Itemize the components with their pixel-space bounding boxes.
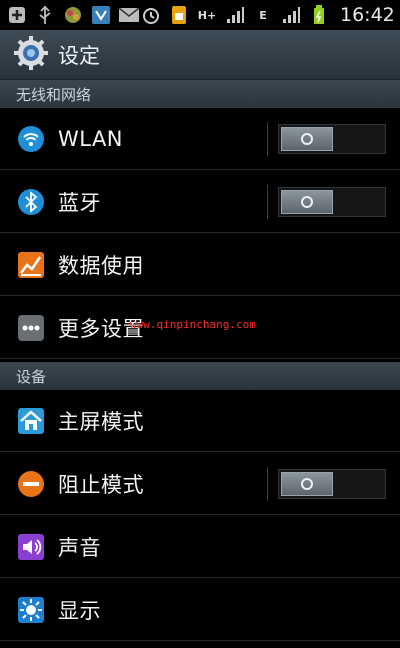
settings-item-label: 显示 (58, 598, 101, 623)
settings-item-label: WLAN (58, 126, 124, 151)
status-time: 16:42 (340, 4, 395, 26)
more-icon (16, 313, 46, 343)
settings-item-home-mode[interactable]: 主屏模式 (0, 390, 400, 452)
divider (267, 466, 268, 501)
settings-item-label: 阻止模式 (58, 472, 144, 497)
bluetooth-toggle[interactable] (278, 186, 386, 217)
settings-item-label: 声音 (58, 535, 101, 560)
usb-icon (34, 5, 56, 25)
battery-icon (308, 5, 330, 25)
add-icon (6, 5, 28, 25)
wlan-toggle-wrap (267, 121, 386, 156)
app-icon (62, 5, 84, 25)
settings-item-data-usage[interactable]: 数据使用 (0, 234, 400, 296)
status-bar-right: H+ E 16:42 (140, 4, 395, 26)
mail-icon (118, 5, 140, 25)
signal-icon (224, 5, 246, 25)
settings-item-label: 主屏模式 (58, 409, 144, 434)
status-bar-left (6, 5, 140, 25)
data-usage-icon (16, 250, 46, 280)
network-type-label: H+ (197, 8, 217, 22)
divider (267, 184, 268, 219)
section-header-device: 设备 (0, 362, 400, 390)
settings-item-display[interactable]: 显示 (0, 579, 400, 641)
settings-item-bluetooth[interactable]: 蓝牙 (0, 171, 400, 233)
status-bar: H+ E 16:42 (0, 0, 400, 30)
settings-item-sound[interactable]: 声音 (0, 516, 400, 578)
bluetooth-icon (16, 187, 46, 217)
bluetooth-toggle-wrap (267, 184, 386, 219)
page-title: 设定 (58, 43, 100, 68)
block-icon (16, 469, 46, 499)
alarm-icon (140, 5, 162, 25)
settings-item-wlan[interactable]: WLAN (0, 108, 400, 170)
toggle-knob (281, 471, 333, 496)
network-type-label-2: E (259, 8, 267, 22)
settings-item-label: 数据使用 (58, 253, 144, 278)
wlan-toggle[interactable] (278, 123, 386, 154)
watermark-text: www.qinpinchang.com (130, 318, 256, 331)
signal2-icon (280, 5, 302, 25)
block-toggle-wrap (267, 466, 386, 501)
block-mode-toggle[interactable] (278, 468, 386, 499)
sim-icon (168, 5, 190, 25)
home-icon (16, 406, 46, 436)
display-icon (16, 595, 46, 625)
settings-gear-icon[interactable] (14, 35, 48, 74)
title-bar: 设定 (0, 30, 400, 80)
toggle-knob (281, 189, 333, 214)
wifi-icon (16, 124, 46, 154)
settings-item-label: 蓝牙 (58, 190, 101, 215)
toggle-knob (281, 126, 333, 151)
sound-icon (16, 532, 46, 562)
shield-icon (90, 5, 112, 25)
settings-item-block-mode[interactable]: 阻止模式 (0, 453, 400, 515)
divider (267, 121, 268, 156)
section-header-wireless: 无线和网络 (0, 80, 400, 108)
